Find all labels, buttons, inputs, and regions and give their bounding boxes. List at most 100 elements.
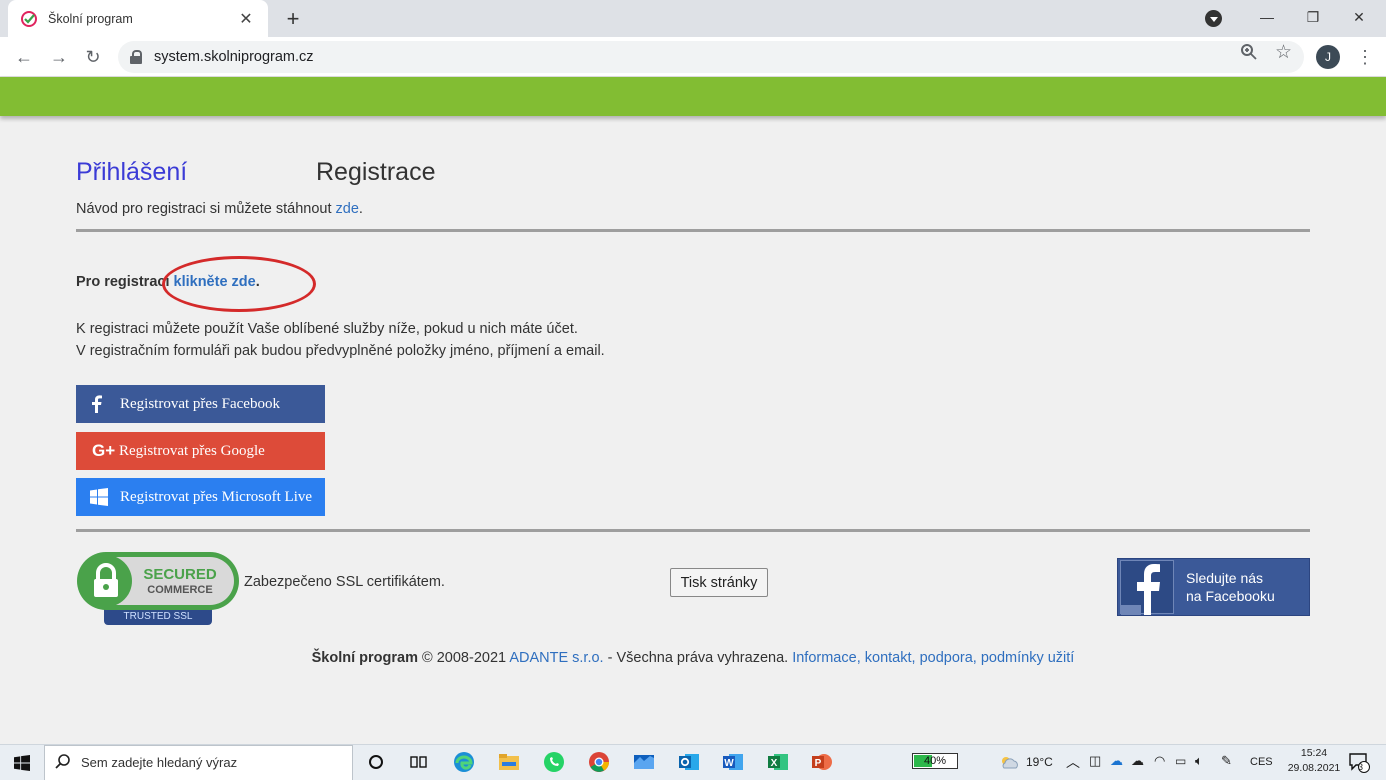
print-button[interactable]: Tisk stránky (670, 568, 768, 597)
minimize-icon[interactable]: — (1244, 9, 1290, 25)
register-prefix: Pro registraci (76, 274, 174, 290)
battery-tray-icon[interactable]: ▭ (1175, 754, 1186, 768)
facebook-logo-icon (1120, 560, 1174, 615)
cortana-icon[interactable] (363, 750, 389, 774)
clock[interactable]: 15:24 29.08.2021 (1283, 746, 1345, 776)
footer-contact-link[interactable]: kontakt (865, 650, 912, 666)
word-icon[interactable]: W (720, 750, 746, 774)
tab-login[interactable]: Přihlášení (76, 158, 316, 187)
svg-text:W: W (724, 758, 734, 769)
register-microsoft-button[interactable]: Registrovat přes Microsoft Live (76, 478, 325, 516)
facebook-icon (90, 395, 120, 413)
footer-rights: - Všechna práva vyhrazena. (603, 650, 793, 666)
url-text[interactable]: system.skolniprogram.cz (154, 49, 314, 65)
excel-icon[interactable]: X (765, 750, 791, 774)
battery-widget[interactable]: 40% (912, 753, 958, 769)
facebook-follow-text: Sledujte nás na Facebooku (1186, 569, 1275, 605)
footer-info-link[interactable]: Informace (792, 650, 856, 666)
search-placeholder: Sem zadejte hledaný výraz (81, 755, 238, 770)
auth-tabs: Přihlášení Registrace (76, 158, 436, 187)
register-microsoft-label: Registrovat přes Microsoft Live (120, 488, 313, 505)
temperature[interactable]: 19°C (1026, 755, 1053, 769)
browser-tab-bar: Školní program ✕ + — ❐ ✕ (0, 0, 1386, 37)
back-icon[interactable]: ← (12, 45, 36, 69)
meet-now-icon[interactable]: ◫ (1089, 753, 1101, 769)
follow-line-1: Sledujte nás (1186, 570, 1264, 586)
language-indicator[interactable]: CES (1250, 756, 1273, 768)
checkmark-favicon-icon (20, 10, 38, 28)
whatsapp-icon[interactable] (541, 750, 567, 774)
start-windows-icon[interactable] (0, 745, 44, 780)
clock-time: 15:24 (1300, 747, 1328, 759)
facebook-follow-banner[interactable]: Sledujte nás na Facebooku (1117, 558, 1310, 616)
ssl-badge-commerce: COMMERCE (147, 584, 212, 596)
edge-icon[interactable] (451, 750, 477, 774)
close-window-icon[interactable]: ✕ (1336, 9, 1382, 26)
file-explorer-icon[interactable] (496, 750, 522, 774)
taskbar-search[interactable]: Sem zadejte hledaný výraz (44, 744, 353, 780)
address-bar[interactable]: system.skolniprogram.cz (118, 41, 1304, 73)
footer-copyright: © 2008-2021 (418, 650, 510, 666)
windows-icon (90, 488, 120, 506)
register-facebook-label: Registrovat přes Facebook (120, 395, 280, 412)
window-controls: — ❐ ✕ (1244, 0, 1382, 34)
divider-bottom (76, 529, 1310, 532)
onedrive-icon[interactable]: ☁ (1131, 753, 1144, 769)
pen-icon[interactable]: ✎ (1221, 753, 1232, 769)
zoom-icon[interactable] (1240, 43, 1258, 66)
search-icon (55, 753, 71, 772)
divider-top (76, 229, 1310, 232)
site-header-bar (0, 77, 1386, 116)
footer-support-link[interactable]: podpora (920, 650, 973, 666)
task-view-icon[interactable] (406, 750, 432, 774)
register-google-label: Registrovat přes Google (119, 442, 265, 459)
profile-avatar[interactable]: J (1316, 45, 1340, 69)
info-line-2: V registračním formuláři pak budou předv… (76, 343, 605, 359)
footer-terms-link[interactable]: podmínky užití (981, 650, 1075, 666)
register-google-button[interactable]: G+ Registrovat přes Google (76, 432, 325, 470)
onedrive-sync-icon[interactable]: ☁ (1110, 753, 1123, 769)
svg-text:P: P (815, 758, 822, 769)
guide-prefix: Návod pro registraci si můžete stáhnout (76, 201, 336, 217)
tab-search-icon[interactable] (1205, 10, 1222, 27)
chrome-icon[interactable] (586, 750, 612, 774)
page-footer: Školní program © 2008-2021 ADANTE s.r.o.… (311, 650, 1075, 666)
clock-date: 29.08.2021 (1287, 762, 1341, 774)
new-tab-icon[interactable]: + (283, 6, 303, 32)
highlight-circle (162, 256, 316, 312)
weather-icon[interactable] (996, 750, 1022, 774)
info-line-1: K registraci můžete použít Vaše oblíbené… (76, 321, 578, 337)
forward-icon[interactable]: → (47, 45, 71, 69)
guide-suffix: . (358, 201, 363, 217)
ssl-text: Zabezpečeno SSL certifikátem. (244, 574, 445, 590)
notification-count: 3 (1358, 762, 1364, 772)
lock-icon[interactable] (130, 50, 142, 64)
tab-close-icon[interactable]: ✕ (236, 9, 256, 29)
guide-download-link[interactable]: zde (336, 201, 359, 217)
tray-expand-chevron-icon[interactable]: ︿ (1066, 752, 1080, 772)
menu-kebab-icon[interactable]: ⋮ (1356, 45, 1374, 69)
guide-text: Návod pro registraci si můžete stáhnout … (76, 201, 363, 217)
battery-percent: 40% (923, 755, 947, 767)
restore-icon[interactable]: ❐ (1290, 9, 1336, 26)
google-plus-icon: G+ (92, 441, 116, 460)
ssl-badge-secured: SECURED (143, 566, 217, 583)
wifi-icon[interactable]: ◠ (1154, 753, 1165, 769)
tab-register[interactable]: Registrace (316, 158, 436, 187)
browser-toolbar: ← → ↻ system.skolniprogram.cz ☆ J ⋮ (0, 37, 1386, 77)
powerpoint-icon[interactable]: P (809, 750, 835, 774)
volume-icon[interactable]: 🔈︎ (1195, 753, 1203, 769)
browser-tab[interactable]: Školní program ✕ (8, 0, 268, 37)
reload-icon[interactable]: ↻ (81, 45, 105, 69)
footer-brand: Školní program (311, 650, 418, 666)
footer-company-link[interactable]: ADANTE s.r.o. (509, 650, 603, 666)
follow-line-2: na Facebooku (1186, 588, 1275, 604)
mail-icon[interactable] (631, 750, 657, 774)
svg-text:X: X (771, 758, 778, 769)
ssl-badge-trusted: TRUSTED SSL (124, 611, 193, 622)
outlook-icon[interactable] (676, 750, 702, 774)
tab-title: Školní program (48, 11, 133, 26)
bookmark-star-icon[interactable]: ☆ (1275, 41, 1292, 64)
secured-commerce-badge: TRUSTED SSL SECURED COMMERCE (77, 552, 239, 625)
register-facebook-button[interactable]: Registrovat přes Facebook (76, 385, 325, 423)
